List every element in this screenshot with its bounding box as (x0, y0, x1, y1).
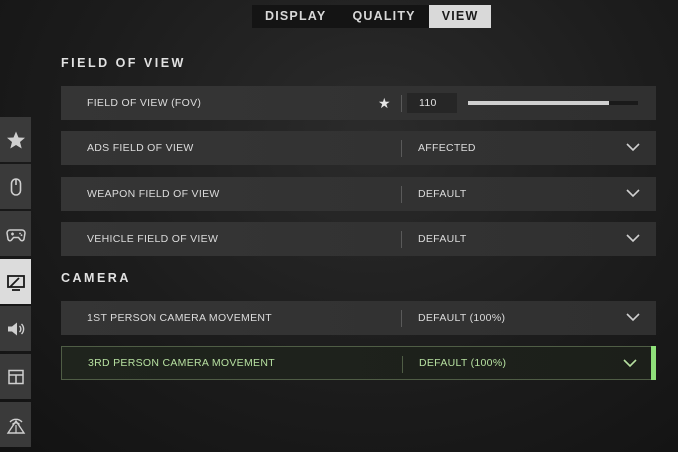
sidebar-item-graphics[interactable] (0, 259, 31, 304)
fov-slider[interactable] (468, 101, 638, 105)
weapon-fov-row[interactable]: WEAPON FIELD OF VIEW DEFAULT (61, 177, 656, 211)
chevron-down-icon[interactable] (626, 188, 640, 198)
divider (401, 140, 402, 157)
favorite-star-icon[interactable]: ★ (378, 95, 391, 112)
speaker-icon (7, 322, 24, 335)
sidebar-item-mouse[interactable] (0, 164, 31, 209)
third-person-camera-row[interactable]: 3RD PERSON CAMERA MOVEMENT DEFAULT (100%… (61, 346, 656, 380)
divider (401, 231, 402, 248)
fov-setting-row[interactable]: FIELD OF VIEW (FOV) ★ 110 (61, 86, 656, 120)
interface-icon (7, 369, 24, 384)
selection-accent-bar (651, 346, 656, 380)
vehicle-fov-row[interactable]: VEHICLE FIELD OF VIEW DEFAULT (61, 222, 656, 256)
first-person-camera-value: DEFAULT (100%) (418, 312, 506, 324)
sidebar-item-favorites[interactable] (0, 117, 31, 162)
vehicle-fov-label: VEHICLE FIELD OF VIEW (87, 233, 219, 245)
ads-fov-label: ADS FIELD OF VIEW (87, 142, 194, 154)
tab-quality[interactable]: QUALITY (339, 5, 428, 28)
divider (401, 310, 402, 327)
divider (401, 95, 402, 112)
divider (401, 186, 402, 203)
chevron-down-icon[interactable] (626, 142, 640, 152)
weapon-fov-value: DEFAULT (418, 188, 467, 200)
settings-tabs: DISPLAY QUALITY VIEW (252, 5, 492, 28)
third-person-camera-label: 3RD PERSON CAMERA MOVEMENT (88, 357, 275, 369)
gamepad-icon (5, 228, 26, 241)
fov-value-input[interactable]: 110 (407, 93, 457, 113)
mouse-icon (10, 177, 21, 196)
ads-fov-value: AFFECTED (418, 142, 476, 154)
fov-label: FIELD OF VIEW (FOV) (87, 97, 202, 109)
sidebar-item-interface[interactable] (0, 354, 31, 399)
first-person-camera-label: 1ST PERSON CAMERA MOVEMENT (87, 312, 272, 324)
network-icon (6, 418, 25, 434)
divider (402, 356, 403, 373)
chevron-down-icon[interactable] (623, 358, 637, 368)
fov-slider-fill (468, 101, 610, 105)
vehicle-fov-value: DEFAULT (418, 233, 467, 245)
sidebar-item-controller[interactable] (0, 211, 31, 256)
section-title-field-of-view: FIELD OF VIEW (61, 56, 186, 70)
weapon-fov-label: WEAPON FIELD OF VIEW (87, 188, 220, 200)
sidebar-item-audio[interactable] (0, 306, 31, 351)
display-icon (6, 274, 25, 291)
section-title-camera: CAMERA (61, 271, 131, 285)
tab-view[interactable]: VIEW (428, 5, 492, 28)
ads-fov-row[interactable]: ADS FIELD OF VIEW AFFECTED (61, 131, 656, 165)
tab-display[interactable]: DISPLAY (252, 5, 339, 28)
first-person-camera-row[interactable]: 1ST PERSON CAMERA MOVEMENT DEFAULT (100%… (61, 301, 656, 335)
chevron-down-icon[interactable] (626, 233, 640, 243)
sidebar-item-network[interactable] (0, 402, 31, 447)
chevron-down-icon[interactable] (626, 312, 640, 322)
third-person-camera-value: DEFAULT (100%) (419, 357, 507, 369)
star-icon (6, 131, 25, 148)
